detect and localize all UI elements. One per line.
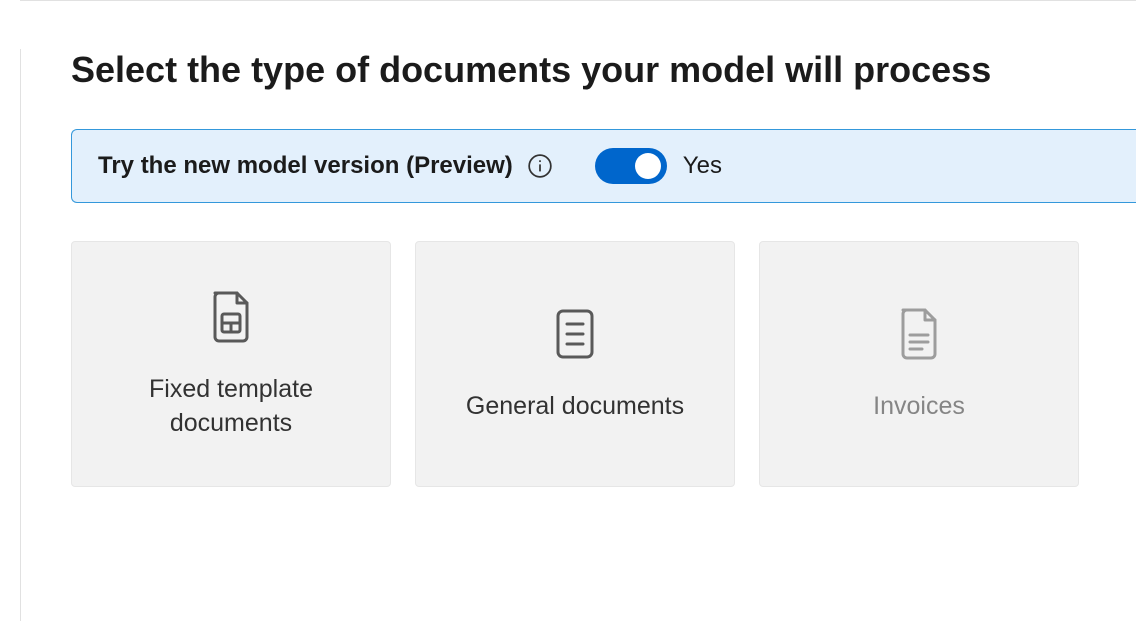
card-title: Fixed template documents: [92, 373, 370, 441]
page-title: Select the type of documents your model …: [71, 49, 1136, 91]
card-title: General documents: [466, 390, 684, 424]
invoice-document-icon: [897, 304, 941, 364]
card-title: Invoices: [873, 390, 965, 424]
preview-toggle[interactable]: [595, 148, 667, 184]
info-icon[interactable]: [527, 153, 553, 179]
preview-label: Try the new model version (Preview): [98, 152, 513, 180]
toggle-state-label: Yes: [683, 152, 722, 180]
general-document-icon: [554, 304, 596, 364]
document-type-cards: Fixed template documents General documen…: [71, 241, 1136, 487]
card-fixed-template[interactable]: Fixed template documents: [71, 241, 391, 487]
fixed-template-document-icon: [209, 287, 253, 347]
card-invoices[interactable]: Invoices: [759, 241, 1079, 487]
card-general-documents[interactable]: General documents: [415, 241, 735, 487]
preview-banner: Try the new model version (Preview) Yes: [71, 129, 1136, 203]
